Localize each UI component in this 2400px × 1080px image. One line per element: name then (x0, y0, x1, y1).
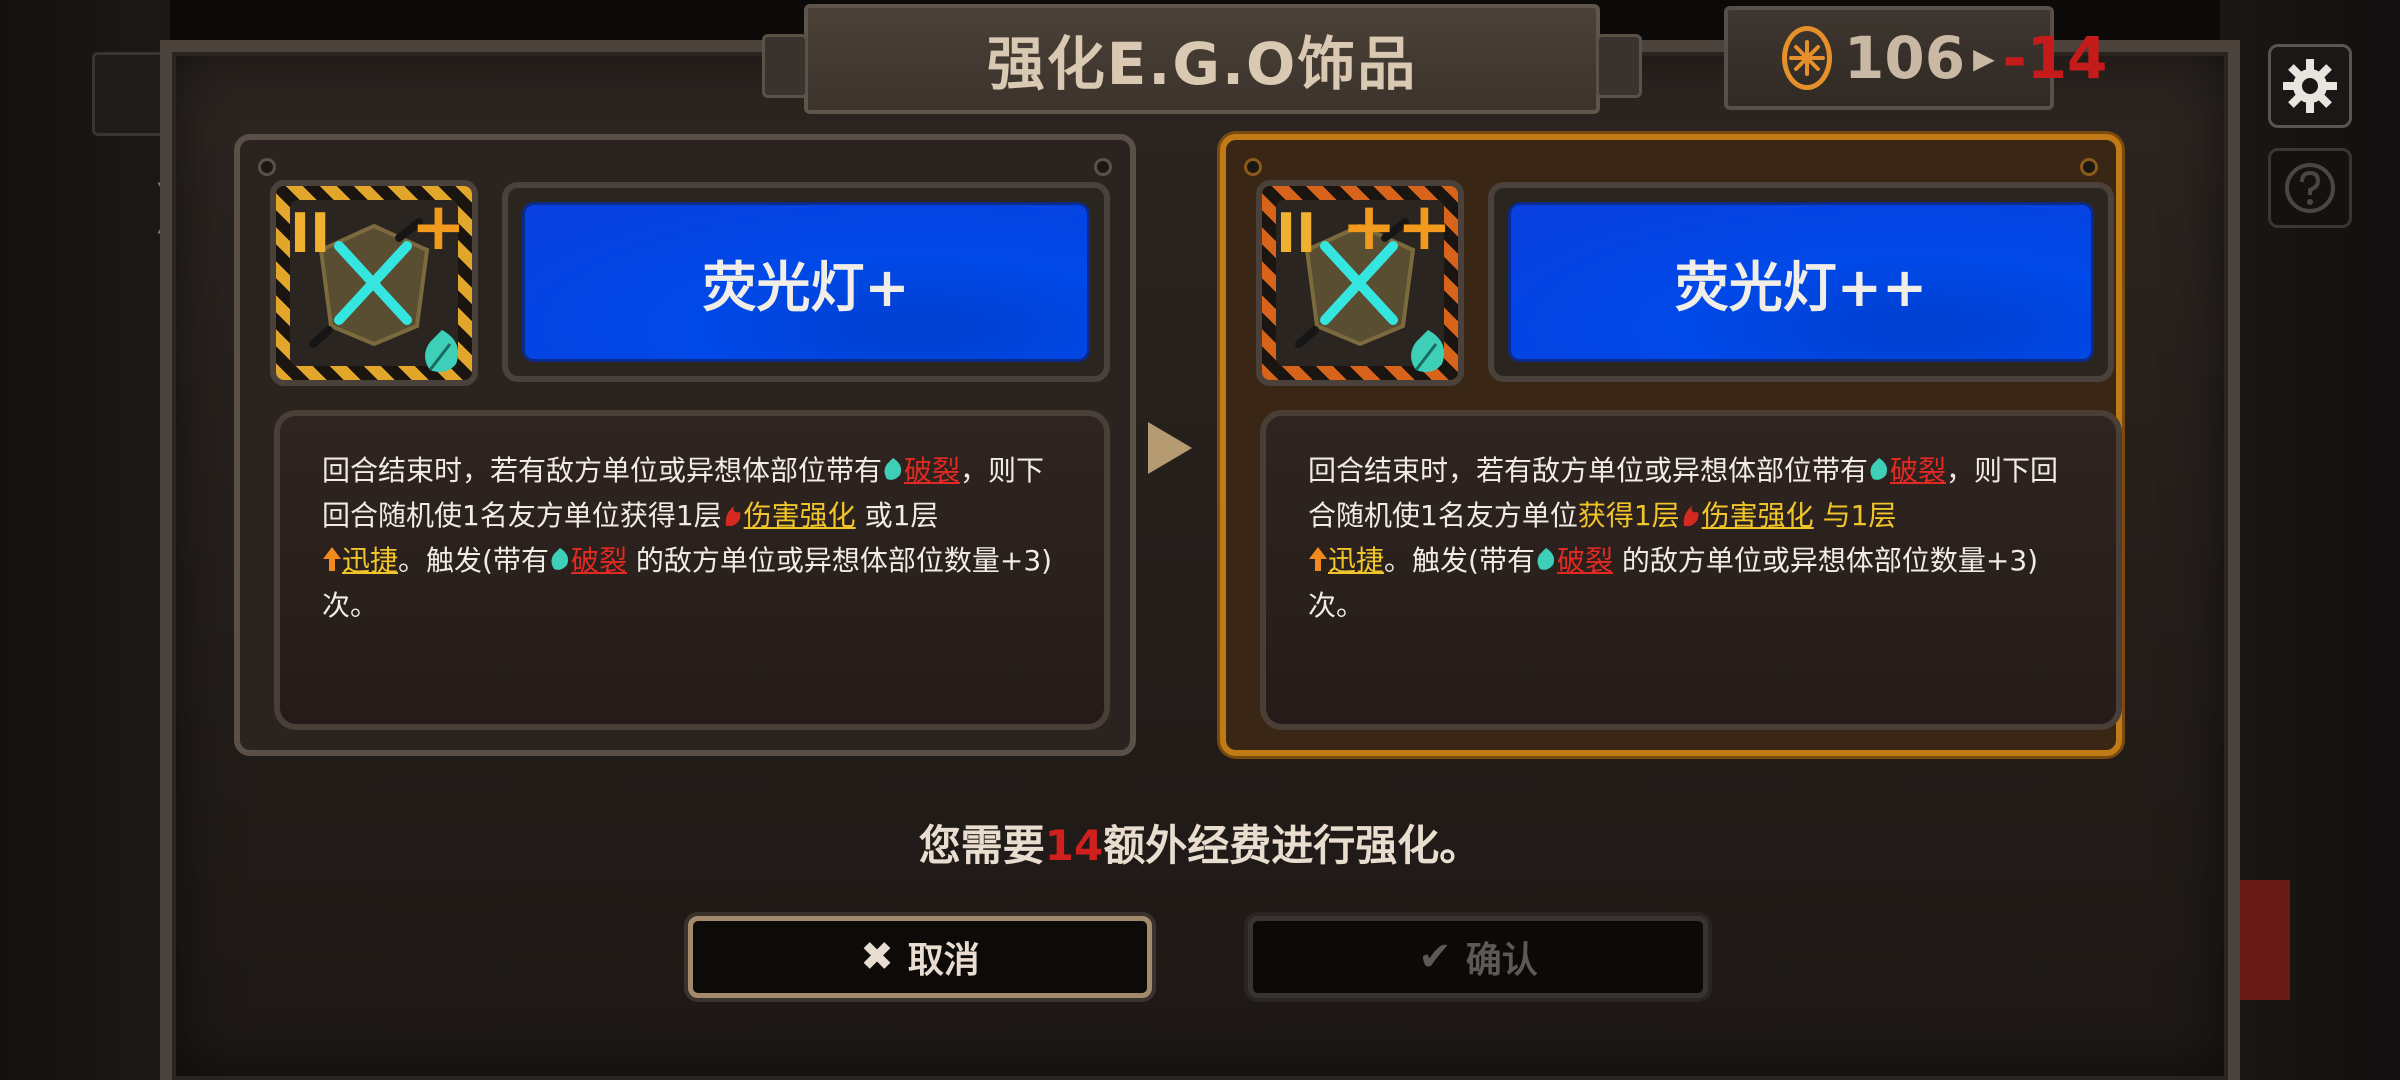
item-icon-frame: II + (270, 180, 478, 386)
item-description: 回合结束时，若有敌方单位或异想体部位带有 破裂，则下回合随机使1名友方单位获得1层… (1308, 450, 2074, 627)
current-funds: 106 (1844, 24, 1966, 92)
tier-mark: II (1276, 202, 1317, 265)
cancel-label: 取消 (907, 940, 980, 981)
desc-text: 或1层 (864, 499, 939, 532)
item-name: 荧光灯++ (1508, 202, 2094, 362)
item-description-frame: 回合结束时，若有敌方单位或异想体部位带有 破裂，则下回合随机使1名友方单位获得1层… (1260, 410, 2122, 730)
keyword-haste[interactable]: 迅捷 (1328, 544, 1384, 577)
haste-arrow-icon (1308, 543, 1328, 585)
screw-icon (1094, 158, 1112, 176)
keyword-rupture[interactable]: 破裂 (1890, 454, 1946, 487)
keyword-damage-up[interactable]: 伤害强化 (1702, 499, 1814, 532)
help-icon[interactable] (2268, 148, 2352, 228)
cancel-button[interactable]: ✖ 取消 (688, 916, 1152, 998)
desc-highlight: 获得1层 (1577, 499, 1680, 532)
item-name-frame: 荧光灯++ (1488, 182, 2114, 382)
rupture-leaf-icon (1868, 453, 1890, 495)
screw-icon (1244, 158, 1262, 176)
keyword-damage-up[interactable]: 伤害强化 (744, 499, 856, 532)
rupture-leaf-icon (416, 326, 468, 378)
current-item-card: II + 荧光灯+ 回合结束时，若有敌方单位或异想体部位带有 破裂，则下回合随机使… (234, 134, 1136, 756)
settings-gear-icon[interactable] (2268, 44, 2352, 128)
screw-icon (258, 158, 276, 176)
gear-wheel-icon (1782, 26, 1832, 90)
arrow-right-icon: ▶ (1973, 41, 1995, 75)
haste-arrow-icon (322, 543, 342, 585)
rupture-leaf-icon (549, 543, 571, 585)
screw-icon (2080, 158, 2098, 176)
notice-text: 额外经费进行强化。 (1103, 821, 1482, 870)
rupture-leaf-icon (1535, 543, 1557, 585)
rupture-leaf-icon (882, 453, 904, 495)
keyword-rupture[interactable]: 破裂 (1557, 544, 1613, 577)
notice-amount: 14 (1044, 821, 1104, 870)
cost-notice: 您需要14额外经费进行强化。 (0, 812, 2400, 873)
desc-text: 。触发(带有 (1384, 544, 1535, 577)
keyword-rupture[interactable]: 破裂 (904, 454, 960, 487)
item-description: 回合结束时，若有敌方单位或异想体部位带有 破裂，则下回合随机使1名友方单位获得1层… (322, 450, 1062, 627)
damage-up-icon (1680, 498, 1702, 540)
desc-text: 回合结束时，若有敌方单位或异想体部位带有 (322, 454, 883, 487)
confirm-button[interactable]: ✔ 确认 (1248, 916, 1708, 998)
notice-text: 您需要 (918, 821, 1045, 870)
background-left (0, 0, 170, 1080)
upgrade-level-mark: ++ (1341, 188, 1452, 265)
keyword-haste[interactable]: 迅捷 (342, 544, 398, 577)
item-name-frame: 荧光灯+ (502, 182, 1110, 382)
desc-text: 回合结束时，若有敌方单位或异想体部位带有 (1308, 454, 1869, 487)
upgraded-item-card: II ++ 荧光灯++ 回合结束时，若有敌方单位或异想体部位带有 破裂，则下回合随… (1220, 134, 2122, 756)
upgrade-level-mark: + (410, 188, 466, 265)
dialog-title: 强化E.G.O饰品 (986, 30, 1418, 98)
tier-mark: II (290, 202, 331, 265)
item-description-frame: 回合结束时，若有敌方单位或异想体部位带有 破裂，则下回合随机使1名友方单位获得1层… (274, 410, 1110, 730)
damage-up-icon (722, 498, 744, 540)
desc-text: 。触发(带有 (398, 544, 549, 577)
rupture-leaf-icon (1402, 326, 1454, 378)
desc-highlight: 与1层 (1822, 499, 1897, 532)
checkmark-icon: ✔ (1418, 934, 1452, 980)
title-plate: 强化E.G.O饰品 (762, 4, 1642, 114)
cost-display: 106 ▶ -14 (1724, 6, 2107, 110)
upgrade-arrow-icon (1148, 422, 1192, 474)
cost-delta: -14 (2002, 24, 2108, 92)
confirm-label: 确认 (1465, 940, 1538, 981)
item-name: 荧光灯+ (522, 202, 1090, 362)
keyword-rupture[interactable]: 破裂 (571, 544, 627, 577)
item-icon-frame: II ++ (1256, 180, 1464, 386)
close-icon: ✖ (860, 934, 894, 980)
